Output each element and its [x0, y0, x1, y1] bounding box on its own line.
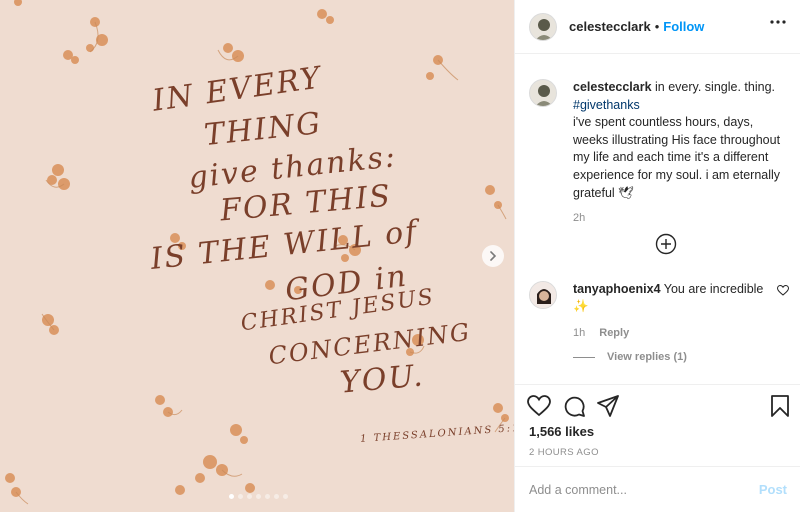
carousel-dot — [238, 494, 243, 499]
caption-text-line: in every. single. thing. — [651, 80, 775, 94]
comment-text: tanyaphoenix4 You are incredible ✨ — [573, 281, 773, 315]
view-replies-label: View replies (1) — [607, 351, 687, 363]
comment-icon[interactable] — [563, 395, 585, 417]
add-comment-bar: Post — [515, 466, 800, 512]
like-count[interactable]: 1,566 likes — [529, 424, 594, 439]
carousel-indicator — [229, 494, 288, 499]
share-icon[interactable] — [597, 395, 619, 417]
view-replies-button[interactable]: View replies (1) — [573, 351, 687, 363]
carousel-next-button[interactable] — [482, 245, 504, 267]
chevron-right-icon — [490, 251, 497, 261]
comment-item: tanyaphoenix4 You are incredible ✨ 1h Re… — [529, 281, 789, 339]
caption-timestamp[interactable]: 2h — [573, 212, 789, 224]
heart-icon[interactable] — [777, 285, 789, 296]
post-sidebar: celestecclark • Follow celestecclark in … — [514, 0, 800, 512]
heart-icon[interactable] — [527, 395, 551, 417]
comment-input[interactable] — [529, 482, 759, 497]
reply-button[interactable]: Reply — [599, 327, 629, 339]
post-button[interactable]: Post — [759, 482, 787, 497]
separator: • — [654, 19, 660, 34]
plus-circle-icon[interactable] — [655, 233, 677, 255]
verse-line: THING — [202, 105, 324, 154]
hashtag-link[interactable]: #givethanks — [573, 98, 640, 112]
post-actions: 1,566 likes 2 HOURS AGO — [515, 384, 800, 466]
avatar[interactable] — [529, 79, 557, 107]
comments-section: celestecclark in every. single. thing. #… — [515, 55, 800, 385]
carousel-dot — [247, 494, 252, 499]
post-image[interactable]: IN EVERY THING give thanks: FOR THIS IS … — [0, 0, 514, 512]
carousel-dot — [256, 494, 261, 499]
carousel-dot — [229, 494, 234, 499]
caption-username[interactable]: celestecclark — [573, 80, 652, 94]
action-bar — [527, 395, 619, 417]
verse-lettering: IN EVERY THING give thanks: FOR THIS IS … — [0, 0, 514, 512]
comment-timestamp[interactable]: 1h — [573, 327, 585, 339]
comment-meta: 1h Reply — [573, 327, 789, 339]
follow-button[interactable]: Follow — [663, 19, 704, 34]
avatar[interactable] — [529, 281, 557, 309]
avatar[interactable] — [529, 12, 557, 41]
post-header: celestecclark • Follow — [515, 0, 800, 54]
verse-line: YOU. — [338, 358, 426, 401]
verse-reference: 1 THESSALONIANS 5:18 — [359, 422, 514, 445]
bookmark-icon[interactable] — [771, 395, 789, 417]
post-date[interactable]: 2 HOURS AGO — [529, 447, 599, 458]
carousel-dot — [265, 494, 270, 499]
comment-username[interactable]: tanyaphoenix4 — [573, 282, 661, 296]
post-caption: celestecclark in every. single. thing. #… — [529, 79, 789, 224]
caption-text-body: i've spent countless hours, days, weeks … — [573, 115, 781, 200]
divider — [573, 356, 595, 358]
carousel-dot — [283, 494, 288, 499]
caption-text: celestecclark in every. single. thing. #… — [573, 79, 789, 202]
author-username[interactable]: celestecclark — [569, 19, 651, 34]
more-horizontal-icon[interactable] — [770, 20, 786, 24]
carousel-dot — [274, 494, 279, 499]
